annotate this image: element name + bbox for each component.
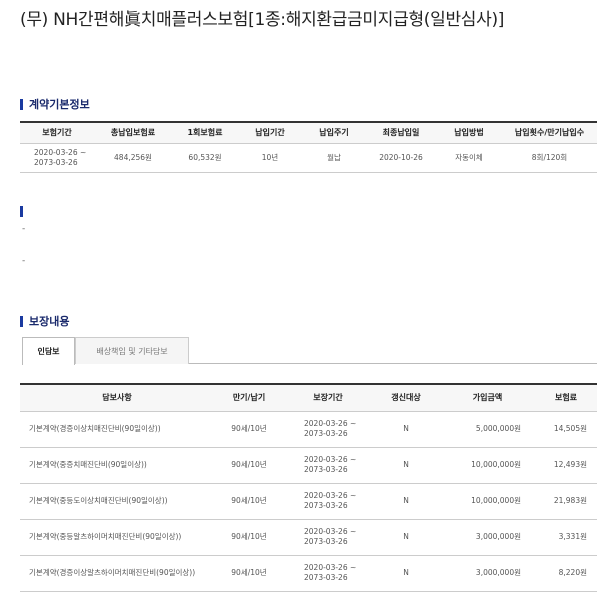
coverage-name: 기본계약(경증이상알츠하이머치매진단비(90일이상))	[20, 555, 214, 592]
header-premium: 보험료	[535, 384, 597, 412]
header-pay-method: 납입방법	[436, 122, 502, 144]
coverage-renewal: N	[372, 555, 440, 592]
single-premium-cell: 60,532원	[172, 143, 238, 173]
coverage-table: 담보사항 만기/납기 보장기간 갱신대상 가입금액 보험료 기본계약(경증이상치…	[20, 383, 597, 592]
coverage-premium: 21,983원	[535, 483, 597, 520]
period-end: 2073-03-26	[304, 537, 348, 546]
tab-personal-coverage[interactable]: 인담보	[22, 337, 75, 365]
period-end: 2073-03-26	[304, 501, 348, 510]
coverage-premium: 14,505원	[535, 411, 597, 448]
section-marker	[20, 315, 23, 327]
header-pay-cycle: 납입주기	[302, 122, 366, 144]
period-start: 2020-03-26 ~	[304, 455, 357, 464]
coverage-name: 기본계약(중증치매진단비(90일이상))	[20, 447, 214, 484]
coverage-renewal: N	[372, 411, 440, 448]
header-pay-count: 납입횟수/만기납입수	[502, 122, 597, 144]
coverage-amount: 10,000,000원	[440, 483, 535, 520]
period-end: 2073-03-26	[304, 429, 348, 438]
coverage-name: 기본계약(중등도이상치매진단비(90일이상))	[20, 483, 214, 520]
header-coverage-item: 담보사항	[20, 384, 214, 412]
pay-count-cell: 8회/120회	[502, 143, 597, 173]
table-row: 기본계약(경증이상치매진단비(90일이상)) 90세/10년 2020-03-2…	[20, 411, 597, 448]
tab-liability-coverage[interactable]: 배상책임 및 기타담보	[75, 337, 189, 364]
header-renewal: 갱신대상	[372, 384, 440, 412]
page-title: (무) NH간편해眞치매플러스보험[1종:해지환급금미지급형(일반심사)]	[20, 10, 505, 30]
header-insurance-period: 보험기간	[20, 122, 94, 144]
table-row: 기본계약(중등도이상치매진단비(90일이상)) 90세/10년 2020-03-…	[20, 483, 597, 520]
coverage-term: 90세/10년	[214, 483, 284, 520]
header-last-pay-date: 최종납입일	[366, 122, 436, 144]
coverage-tabs: 인담보 배상책임 및 기타담보	[22, 337, 597, 365]
pay-cycle-cell: 월납	[302, 143, 366, 173]
placeholder-dash: -	[22, 224, 26, 234]
section-marker	[20, 206, 23, 217]
coverage-amount: 3,000,000원	[440, 555, 535, 592]
coverage-period: 2020-03-26 ~ 2073-03-26	[284, 519, 372, 556]
coverage-name: 기본계약(경증이상치매진단비(90일이상))	[20, 411, 214, 448]
pay-period-cell: 10년	[238, 143, 302, 173]
contract-header-row: 보험기간 총납입보험료 1회보험료 납입기간 납입주기 최종납입일 납입방법 납…	[20, 122, 597, 144]
contract-section-label: 계약기본정보	[29, 98, 90, 111]
insurance-period-cell: 2020-03-26 ~ 2073-03-26	[20, 143, 94, 173]
period-start: 2020-03-26 ~	[304, 563, 357, 572]
contract-info-table: 보험기간 총납입보험료 1회보험료 납입기간 납입주기 최종납입일 납입방법 납…	[20, 121, 597, 173]
coverage-renewal: N	[372, 483, 440, 520]
coverage-term: 90세/10년	[214, 519, 284, 556]
table-row: 기본계약(경증이상알츠하이머치매진단비(90일이상)) 90세/10년 2020…	[20, 555, 597, 592]
period-end: 2073-03-26	[34, 157, 78, 167]
coverage-amount: 5,000,000원	[440, 411, 535, 448]
coverage-amount: 10,000,000원	[440, 447, 535, 484]
coverage-premium: 3,331원	[535, 519, 597, 556]
period-start: 2020-03-26 ~	[304, 491, 357, 500]
coverage-premium: 8,220원	[535, 555, 597, 592]
period-start: 2020-03-26 ~	[304, 419, 357, 428]
header-term: 만기/납기	[214, 384, 284, 412]
header-coverage-period: 보장기간	[284, 384, 372, 412]
coverage-renewal: N	[372, 447, 440, 484]
coverage-name: 기본계약(중등알츠하이머치매진단비(90일이상))	[20, 519, 214, 556]
period-start: 2020-03-26 ~	[34, 147, 87, 157]
total-premium-cell: 484,256원	[94, 143, 172, 173]
header-single-premium: 1회보험료	[172, 122, 238, 144]
period-end: 2073-03-26	[304, 573, 348, 582]
coverage-period: 2020-03-26 ~ 2073-03-26	[284, 411, 372, 448]
coverage-period: 2020-03-26 ~ 2073-03-26	[284, 555, 372, 592]
placeholder-dash: -	[22, 256, 26, 266]
table-row: 2020-03-26 ~ 2073-03-26 484,256원 60,532원…	[20, 143, 597, 173]
coverage-header-row: 담보사항 만기/납기 보장기간 갱신대상 가입금액 보험료	[20, 384, 597, 412]
contract-section-title: 계약기본정보	[20, 96, 90, 112]
header-amount: 가입금액	[440, 384, 535, 412]
coverage-renewal: N	[372, 519, 440, 556]
last-pay-date-cell: 2020-10-26	[366, 143, 436, 173]
coverage-section-label: 보장내용	[29, 315, 70, 328]
coverage-period: 2020-03-26 ~ 2073-03-26	[284, 447, 372, 484]
pay-method-cell: 자동이체	[436, 143, 502, 173]
header-total-premium: 총납입보험료	[94, 122, 172, 144]
section-marker	[20, 98, 23, 110]
coverage-amount: 3,000,000원	[440, 519, 535, 556]
table-row: 기본계약(중증치매진단비(90일이상)) 90세/10년 2020-03-26 …	[20, 447, 597, 484]
period-end: 2073-03-26	[304, 465, 348, 474]
table-row: 기본계약(중등알츠하이머치매진단비(90일이상)) 90세/10년 2020-0…	[20, 519, 597, 556]
coverage-term: 90세/10년	[214, 555, 284, 592]
coverage-premium: 12,493원	[535, 447, 597, 484]
header-pay-period: 납입기간	[238, 122, 302, 144]
coverage-section-title: 보장내용	[20, 313, 69, 329]
coverage-period: 2020-03-26 ~ 2073-03-26	[284, 483, 372, 520]
coverage-term: 90세/10년	[214, 411, 284, 448]
period-start: 2020-03-26 ~	[304, 527, 357, 536]
coverage-term: 90세/10년	[214, 447, 284, 484]
